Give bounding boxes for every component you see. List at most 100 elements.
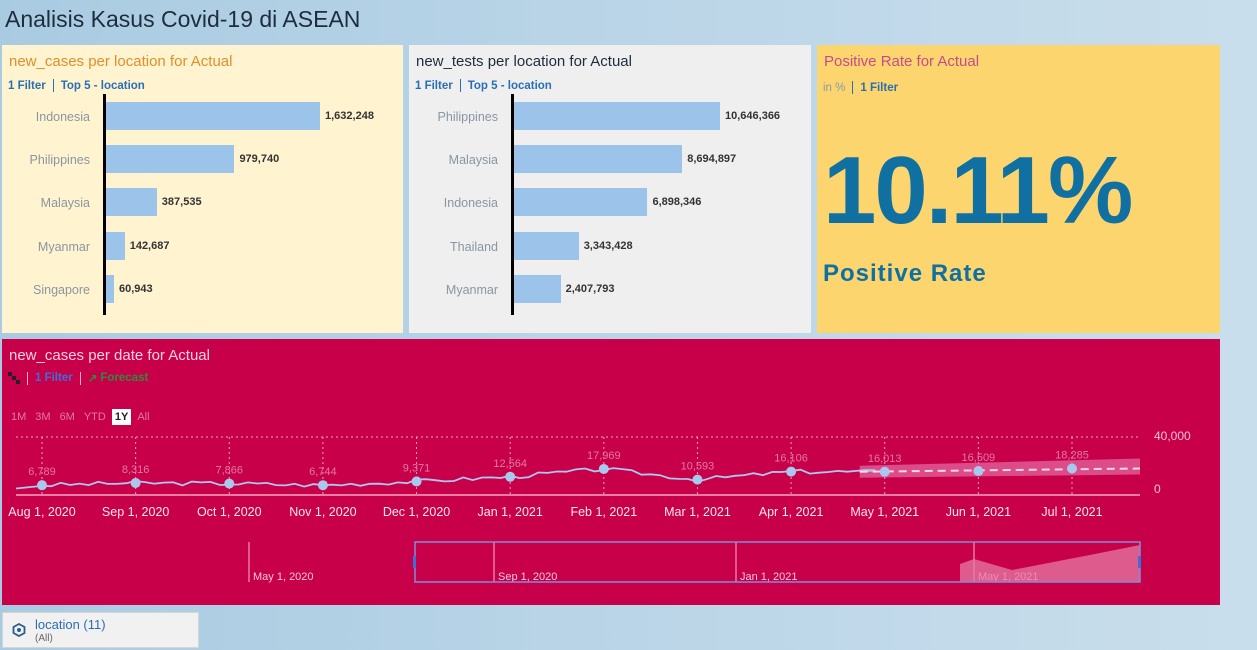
bar-value-label: 8,694,897 <box>687 153 737 166</box>
bar-row[interactable]: Philippines 10,646,366 <box>409 102 809 132</box>
category-label: Malaysia <box>448 153 498 168</box>
category-label: Singapore <box>33 282 90 297</box>
point-value-label: 17,969 <box>587 450 621 462</box>
bar[interactable] <box>514 188 648 217</box>
x-tick-label: Dec 1, 2020 <box>383 505 450 519</box>
separator <box>52 79 54 92</box>
category-label: Indonesia <box>443 196 498 211</box>
top-n-link[interactable]: Top 5 - location <box>61 80 145 92</box>
data-point <box>1067 463 1077 474</box>
bar-row[interactable]: Malaysia 8,694,897 <box>409 145 809 175</box>
category-label: Malaysia <box>40 196 90 211</box>
category-axis-line <box>511 94 514 315</box>
navigator-label: Sep 1, 2020 <box>498 571 557 583</box>
bar-row[interactable]: Indonesia 1,632,248 <box>2 102 402 132</box>
filter-link[interactable]: 1 Filter <box>860 82 898 94</box>
category-label: Philippines <box>437 110 498 124</box>
point-value-label: 7,866 <box>216 465 244 477</box>
bar[interactable] <box>106 188 157 217</box>
filter-link[interactable]: 1 Filter <box>8 80 46 92</box>
point-value-label: 6,744 <box>309 466 337 478</box>
x-tick-label: Apr 1, 2021 <box>759 505 824 519</box>
bar-value-label: 979,740 <box>239 153 280 166</box>
bar-value-label: 142,687 <box>129 239 170 252</box>
data-point <box>505 471 516 482</box>
bar[interactable] <box>514 145 683 174</box>
dimension-icon <box>12 623 26 637</box>
bar-row[interactable]: Thailand 3,343,428 <box>409 231 809 262</box>
location-filter-panel[interactable]: location (11) (All) <box>2 612 199 648</box>
category-axis-line <box>103 94 106 315</box>
separator <box>852 81 854 94</box>
bar[interactable] <box>106 274 114 303</box>
bar[interactable] <box>514 231 579 260</box>
x-tick-label: Mar 1, 2021 <box>664 505 731 519</box>
x-tick-label: Jul 1, 2021 <box>1041 505 1102 519</box>
filter-title: location (11) <box>35 617 106 632</box>
y-tick-label: 40,000 <box>1154 429 1191 443</box>
data-point <box>598 463 609 474</box>
positive-rate-tile[interactable]: Positive Rate for Actual in % 1 Filter 1… <box>817 45 1220 333</box>
new-cases-per-date-tile[interactable]: new_cases per date for Actual 1 Filter ↗… <box>2 339 1220 605</box>
new-tests-per-location-tile[interactable]: new_tests per location for Actual 1 Filt… <box>409 45 811 333</box>
tile-title: new_tests per location for Actual <box>416 53 632 70</box>
category-label: Indonesia <box>35 110 90 124</box>
bar-row[interactable]: Myanmar 142,687 <box>2 231 402 262</box>
bar-value-label: 6,898,346 <box>652 196 702 209</box>
filter-link[interactable]: 1 Filter <box>415 80 453 92</box>
x-tick-label: Feb 1, 2021 <box>570 505 637 519</box>
unit-label: in % <box>823 81 846 94</box>
tile-subtitle-bar: 1 Filter Top 5 - location <box>415 79 552 92</box>
x-tick-label: May 1, 2021 <box>850 505 919 519</box>
separator <box>459 79 461 92</box>
navigator-area <box>960 545 1140 582</box>
y-tick-label: 0 <box>1154 482 1161 496</box>
filter-value: (All) <box>35 633 53 644</box>
category-label: Thailand <box>450 239 498 254</box>
bar-value-label: 2,407,793 <box>565 282 615 295</box>
x-tick-label: Aug 1, 2020 <box>8 505 75 519</box>
x-tick-label: Sep 1, 2020 <box>102 505 169 519</box>
bar-row[interactable]: Malaysia 387,535 <box>2 188 402 218</box>
bar[interactable] <box>106 102 320 130</box>
point-value-label: 9,371 <box>403 462 431 474</box>
point-value-label: 10,593 <box>681 461 715 473</box>
new-cases-per-location-tile[interactable]: new_cases per location for Actual 1 Filt… <box>2 45 403 333</box>
bar[interactable] <box>514 274 561 303</box>
point-value-label: 8,316 <box>122 464 150 476</box>
bar-row[interactable]: Indonesia 6,898,346 <box>409 188 809 218</box>
data-point <box>130 477 141 488</box>
bar-row[interactable]: Philippines 979,740 <box>2 145 402 175</box>
x-tick-label: Jun 1, 2021 <box>946 505 1011 519</box>
bar-value-label: 10,646,366 <box>725 110 781 122</box>
bar-value-label: 1,632,248 <box>325 110 374 122</box>
data-point <box>317 480 328 491</box>
bar-row[interactable]: Myanmar 2,407,793 <box>409 274 809 305</box>
x-tick-label: Jan 1, 2021 <box>478 505 543 519</box>
category-label: Myanmar <box>445 282 498 297</box>
navigator-handle[interactable] <box>1138 556 1141 568</box>
category-label: Philippines <box>29 153 90 168</box>
bar-row[interactable]: Singapore 60,943 <box>2 274 402 305</box>
tile-subtitle-bar: in % 1 Filter <box>823 81 898 94</box>
bar[interactable] <box>514 102 720 130</box>
bar[interactable] <box>106 145 235 174</box>
data-point <box>786 466 797 477</box>
tile-title: Positive Rate for Actual <box>824 53 980 70</box>
data-point <box>973 466 984 477</box>
x-tick-label: Oct 1, 2020 <box>197 505 262 519</box>
bar-value-label: 60,943 <box>118 282 153 295</box>
navigator-handle[interactable] <box>413 556 416 568</box>
point-value-label: 12,564 <box>493 458 527 470</box>
bar[interactable] <box>106 231 125 260</box>
point-value-label: 6,789 <box>28 466 56 478</box>
data-point <box>411 476 422 487</box>
kpi-value: 10.11% <box>823 137 1133 244</box>
point-value-label: 16,509 <box>962 452 996 464</box>
x-tick-label: Nov 1, 2020 <box>289 505 356 519</box>
tile-subtitle-bar: 1 Filter Top 5 - location <box>8 79 145 92</box>
data-point <box>879 466 890 477</box>
top-n-link[interactable]: Top 5 - location <box>468 80 552 92</box>
bar-value-label: 3,343,428 <box>583 239 633 252</box>
navigator-label: Jan 1, 2021 <box>740 571 798 583</box>
